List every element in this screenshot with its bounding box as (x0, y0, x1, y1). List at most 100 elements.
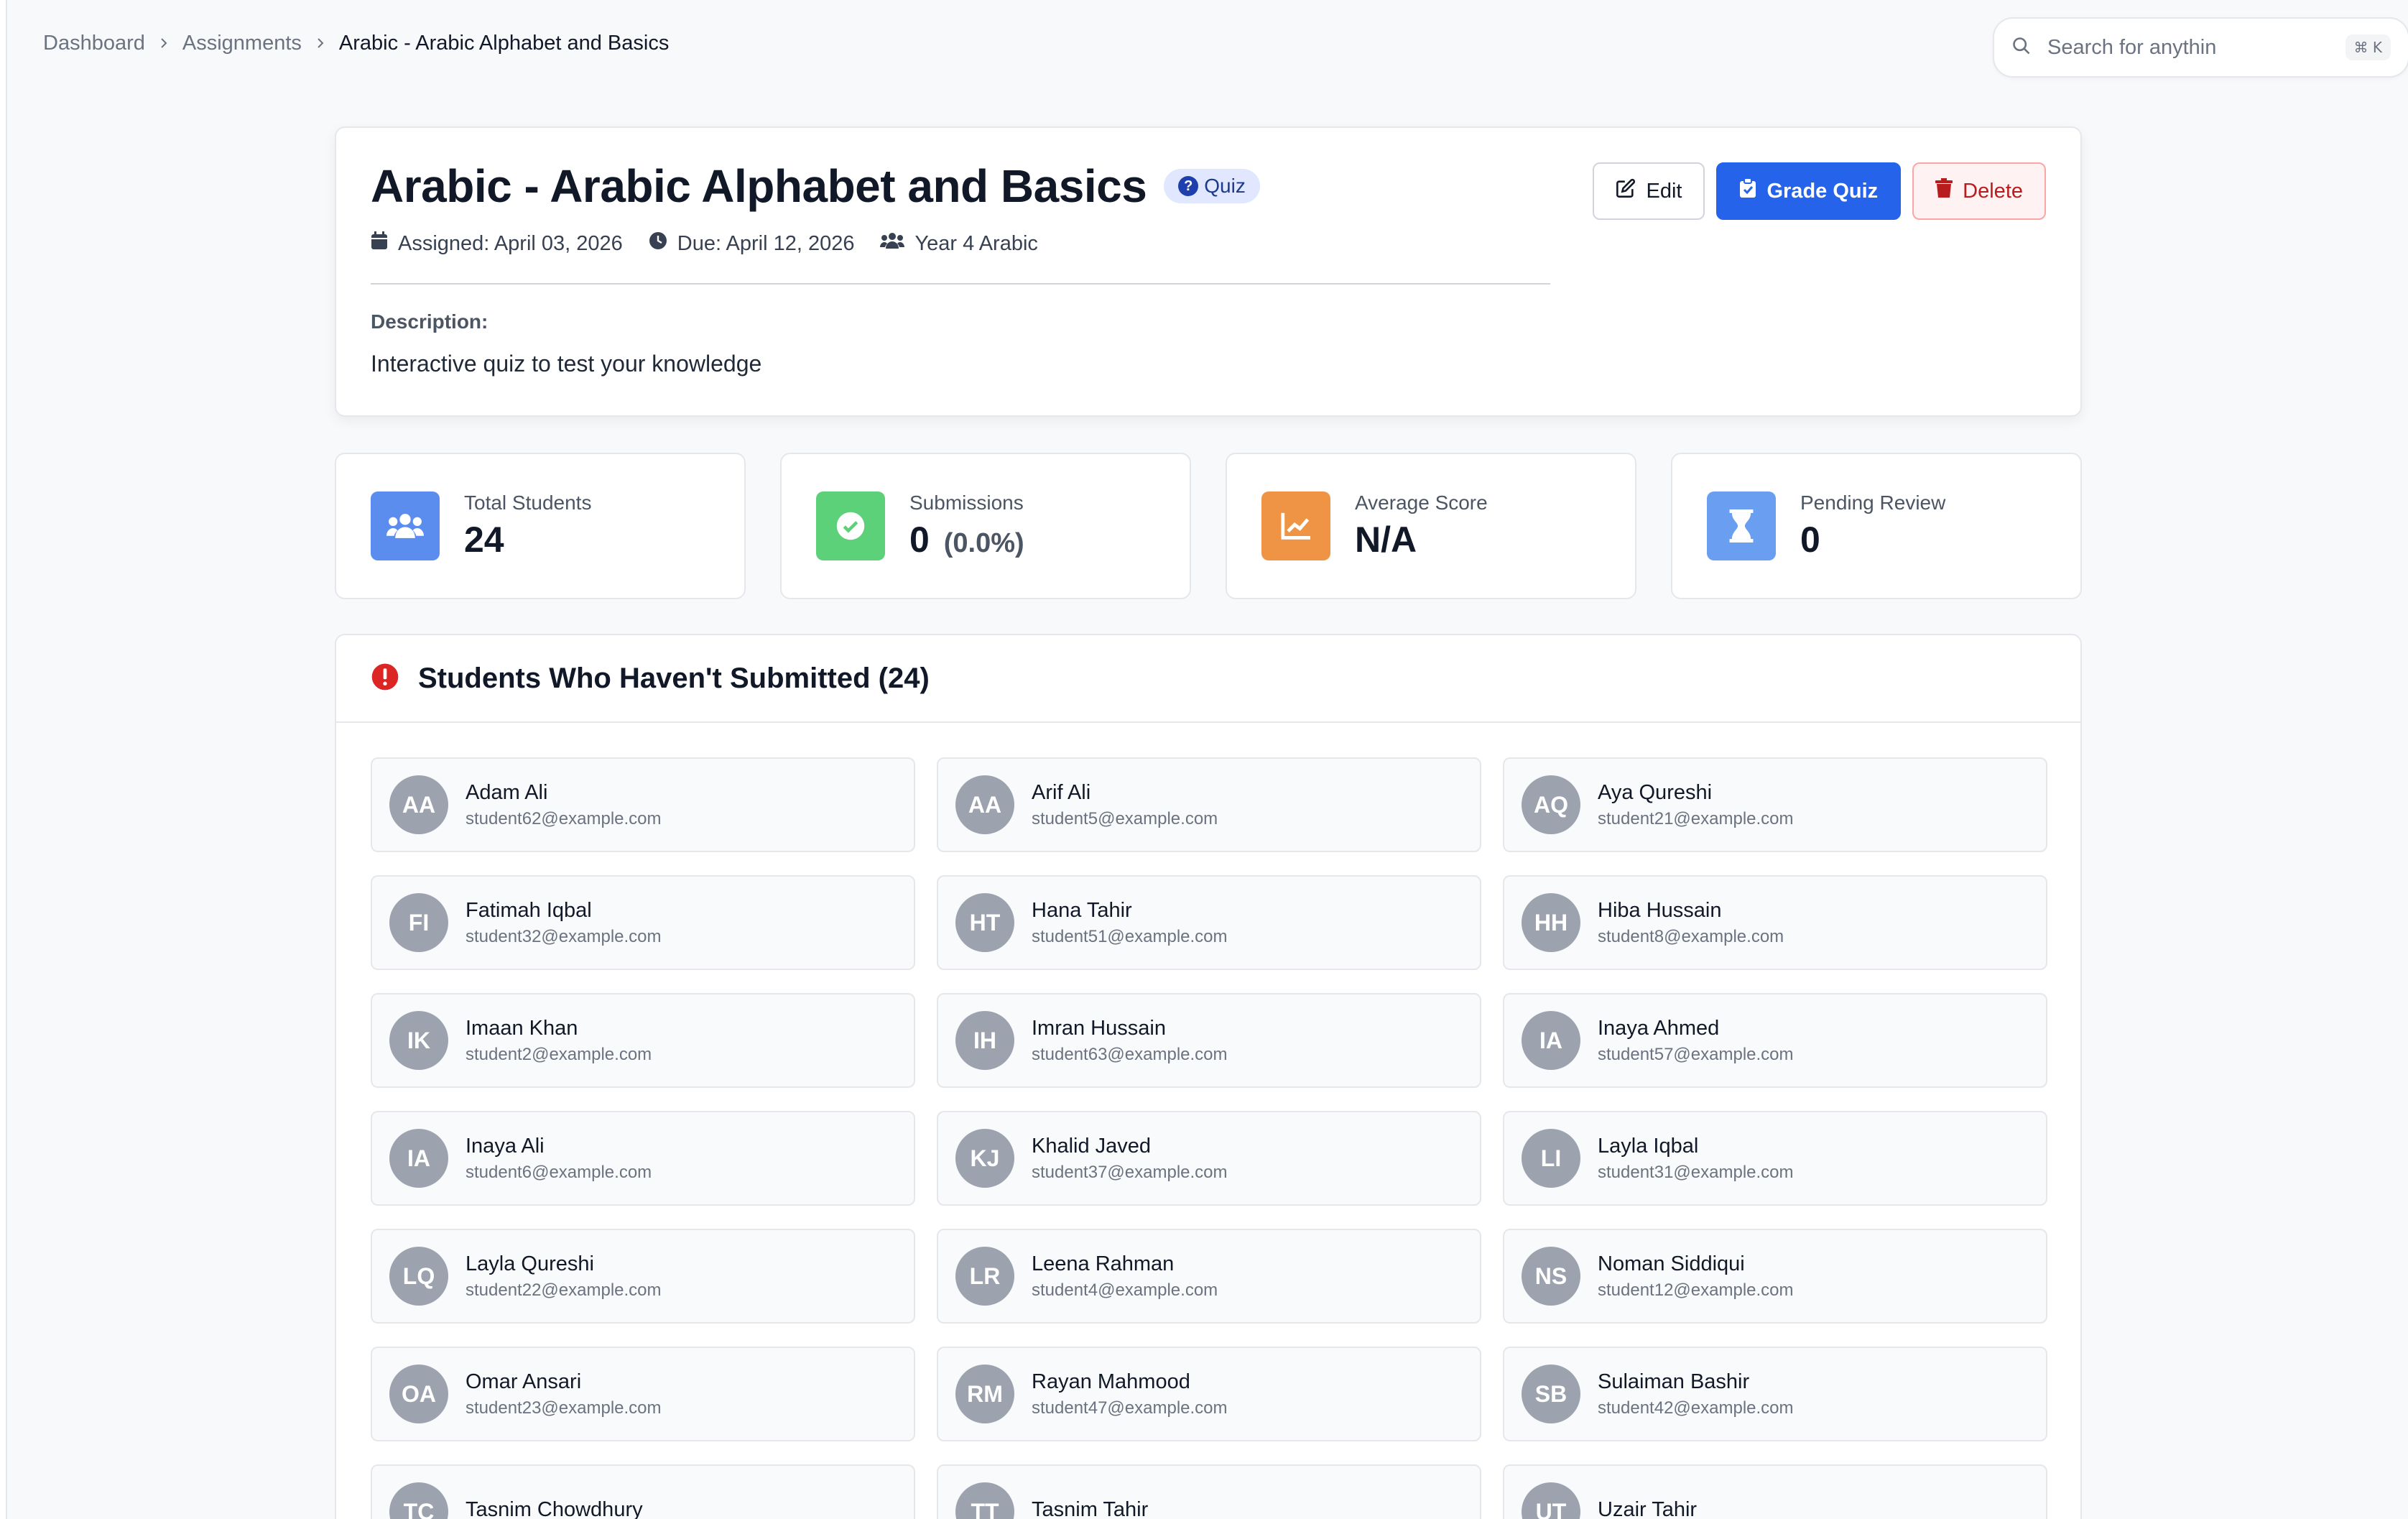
student-email: student6@example.com (466, 1162, 652, 1182)
avatar: OA (389, 1365, 448, 1423)
student-name: Hana Tahir (1032, 898, 1132, 922)
description-label: Description: (371, 310, 488, 333)
class-info: Year 4 Arabic (880, 231, 1038, 256)
student-name: Hiba Hussain (1598, 898, 1722, 922)
student-card[interactable]: IK Imaan Khan student2@example.com (371, 993, 915, 1088)
avatar: LQ (389, 1247, 448, 1306)
avatar: UT (1522, 1482, 1580, 1519)
action-buttons: Edit Grade Quiz Delete (1593, 162, 2046, 220)
student-email: student12@example.com (1598, 1280, 1794, 1300)
assigned-label: Assigned: April 03, 2026 (398, 231, 623, 255)
search-box[interactable]: ⌘ K (1993, 17, 2408, 78)
alert-circle-icon (371, 662, 399, 695)
student-card[interactable]: LQ Layla Qureshi student22@example.com (371, 1229, 915, 1324)
avatar: FI (389, 893, 448, 952)
check-circle-icon (816, 491, 885, 560)
divider (371, 283, 1550, 285)
student-name: Arif Ali (1032, 780, 1091, 804)
sidebar-edge (0, 0, 7, 1519)
student-email: student21@example.com (1598, 808, 1794, 828)
avatar: AA (389, 775, 448, 834)
student-card[interactable]: OA Omar Ansari student23@example.com (371, 1347, 915, 1441)
submissions-percent: (0.0%) (943, 528, 1024, 558)
stat-label: Total Students (464, 491, 592, 514)
student-email: student22@example.com (466, 1280, 662, 1300)
submissions-count: 0 (909, 520, 930, 560)
avatar: SB (1522, 1365, 1580, 1423)
student-card[interactable]: SB Sulaiman Bashir student42@example.com (1503, 1347, 2047, 1441)
users-icon (880, 231, 905, 256)
student-card[interactable]: AA Arif Ali student5@example.com (937, 757, 1481, 852)
breadcrumb-current: Arabic - Arabic Alphabet and Basics (338, 31, 670, 55)
student-card[interactable]: NS Noman Siddiqui student12@example.com (1503, 1229, 2047, 1324)
grade-quiz-label: Grade Quiz (1766, 179, 1879, 203)
student-card[interactable]: LI Layla Iqbal student31@example.com (1503, 1111, 2047, 1206)
student-email: student63@example.com (1032, 1044, 1228, 1064)
edit-icon (1616, 178, 1636, 204)
hourglass-icon (1707, 491, 1776, 560)
student-name: Khalid Javed (1032, 1134, 1152, 1158)
student-name: Tasnim Tahir (1032, 1497, 1149, 1519)
student-card[interactable]: IH Imran Hussain student63@example.com (937, 993, 1481, 1088)
edit-button[interactable]: Edit (1593, 162, 1705, 220)
stat-average-score: Average Score N/A (1226, 453, 1636, 599)
student-card[interactable]: UT Uzair Tahir (1503, 1464, 2047, 1519)
breadcrumb-assignments[interactable]: Assignments (182, 32, 302, 55)
student-name: Inaya Ali (466, 1134, 545, 1158)
student-card[interactable]: KJ Khalid Javed student37@example.com (937, 1111, 1481, 1206)
stat-total-students: Total Students 24 (335, 453, 746, 599)
student-card[interactable]: IA Inaya Ahmed student57@example.com (1503, 993, 2047, 1088)
student-name: Noman Siddiqui (1598, 1252, 1745, 1275)
clock-icon (649, 231, 667, 256)
student-card[interactable]: LR Leena Rahman student4@example.com (937, 1229, 1481, 1324)
stat-label: Submissions (909, 491, 1024, 514)
due-label: Due: April 12, 2026 (677, 231, 855, 255)
student-card[interactable]: AQ Aya Qureshi student21@example.com (1503, 757, 2047, 852)
type-badge: ? Quiz (1164, 169, 1260, 203)
student-card[interactable]: TC Tasnim Chowdhury (371, 1464, 915, 1519)
search-icon (2011, 36, 2032, 60)
student-email: student51@example.com (1032, 926, 1228, 946)
student-name: Layla Qureshi (466, 1252, 594, 1275)
student-card[interactable]: IA Inaya Ali student6@example.com (371, 1111, 915, 1206)
delete-button[interactable]: Delete (1912, 162, 2046, 220)
student-name: Aya Qureshi (1598, 780, 1713, 804)
users-icon (371, 491, 440, 560)
search-input[interactable] (2047, 35, 2346, 60)
student-name: Leena Rahman (1032, 1252, 1175, 1275)
avatar: HH (1522, 893, 1580, 952)
stat-pending-review: Pending Review 0 (1671, 453, 2082, 599)
avatar: IA (389, 1129, 448, 1188)
student-card[interactable]: AA Adam Ali student62@example.com (371, 757, 915, 852)
student-card[interactable]: RM Rayan Mahmood student47@example.com (937, 1347, 1481, 1441)
avatar: TT (955, 1482, 1014, 1519)
stat-label: Average Score (1355, 491, 1488, 514)
stat-value: 0 (1800, 520, 1820, 560)
student-email: student47@example.com (1032, 1398, 1228, 1418)
avatar: HT (955, 893, 1014, 952)
calendar-icon (371, 231, 388, 256)
avatar: LR (955, 1247, 1014, 1306)
student-name: Imaan Khan (466, 1016, 578, 1040)
avatar: IH (955, 1011, 1014, 1070)
student-name: Fatimah Iqbal (466, 898, 592, 922)
breadcrumb-dashboard[interactable]: Dashboard (43, 32, 145, 55)
student-email: student62@example.com (466, 808, 662, 828)
student-email: student23@example.com (466, 1398, 662, 1418)
edit-button-label: Edit (1646, 179, 1682, 203)
chevron-right-icon (313, 36, 328, 50)
chevron-right-icon (157, 36, 171, 50)
student-email: student5@example.com (1032, 808, 1218, 828)
student-card[interactable]: TT Tasnim Tahir (937, 1464, 1481, 1519)
student-name: Adam Ali (466, 780, 548, 804)
student-card[interactable]: FI Fatimah Iqbal student32@example.com (371, 875, 915, 970)
grade-quiz-button[interactable]: Grade Quiz (1716, 162, 1902, 220)
stat-submissions: Submissions 0 (0.0%) (780, 453, 1191, 599)
avatar: TC (389, 1482, 448, 1519)
due-date: Due: April 12, 2026 (649, 231, 855, 256)
student-card[interactable]: HT Hana Tahir student51@example.com (937, 875, 1481, 970)
student-grid: AA Adam Ali student62@example.com AA Arif Al… (371, 757, 2047, 1519)
assignment-header-card: Arabic - Arabic Alphabet and Basics ? Qu… (335, 126, 2082, 417)
avatar: IA (1522, 1011, 1580, 1070)
student-card[interactable]: HH Hiba Hussain student8@example.com (1503, 875, 2047, 970)
